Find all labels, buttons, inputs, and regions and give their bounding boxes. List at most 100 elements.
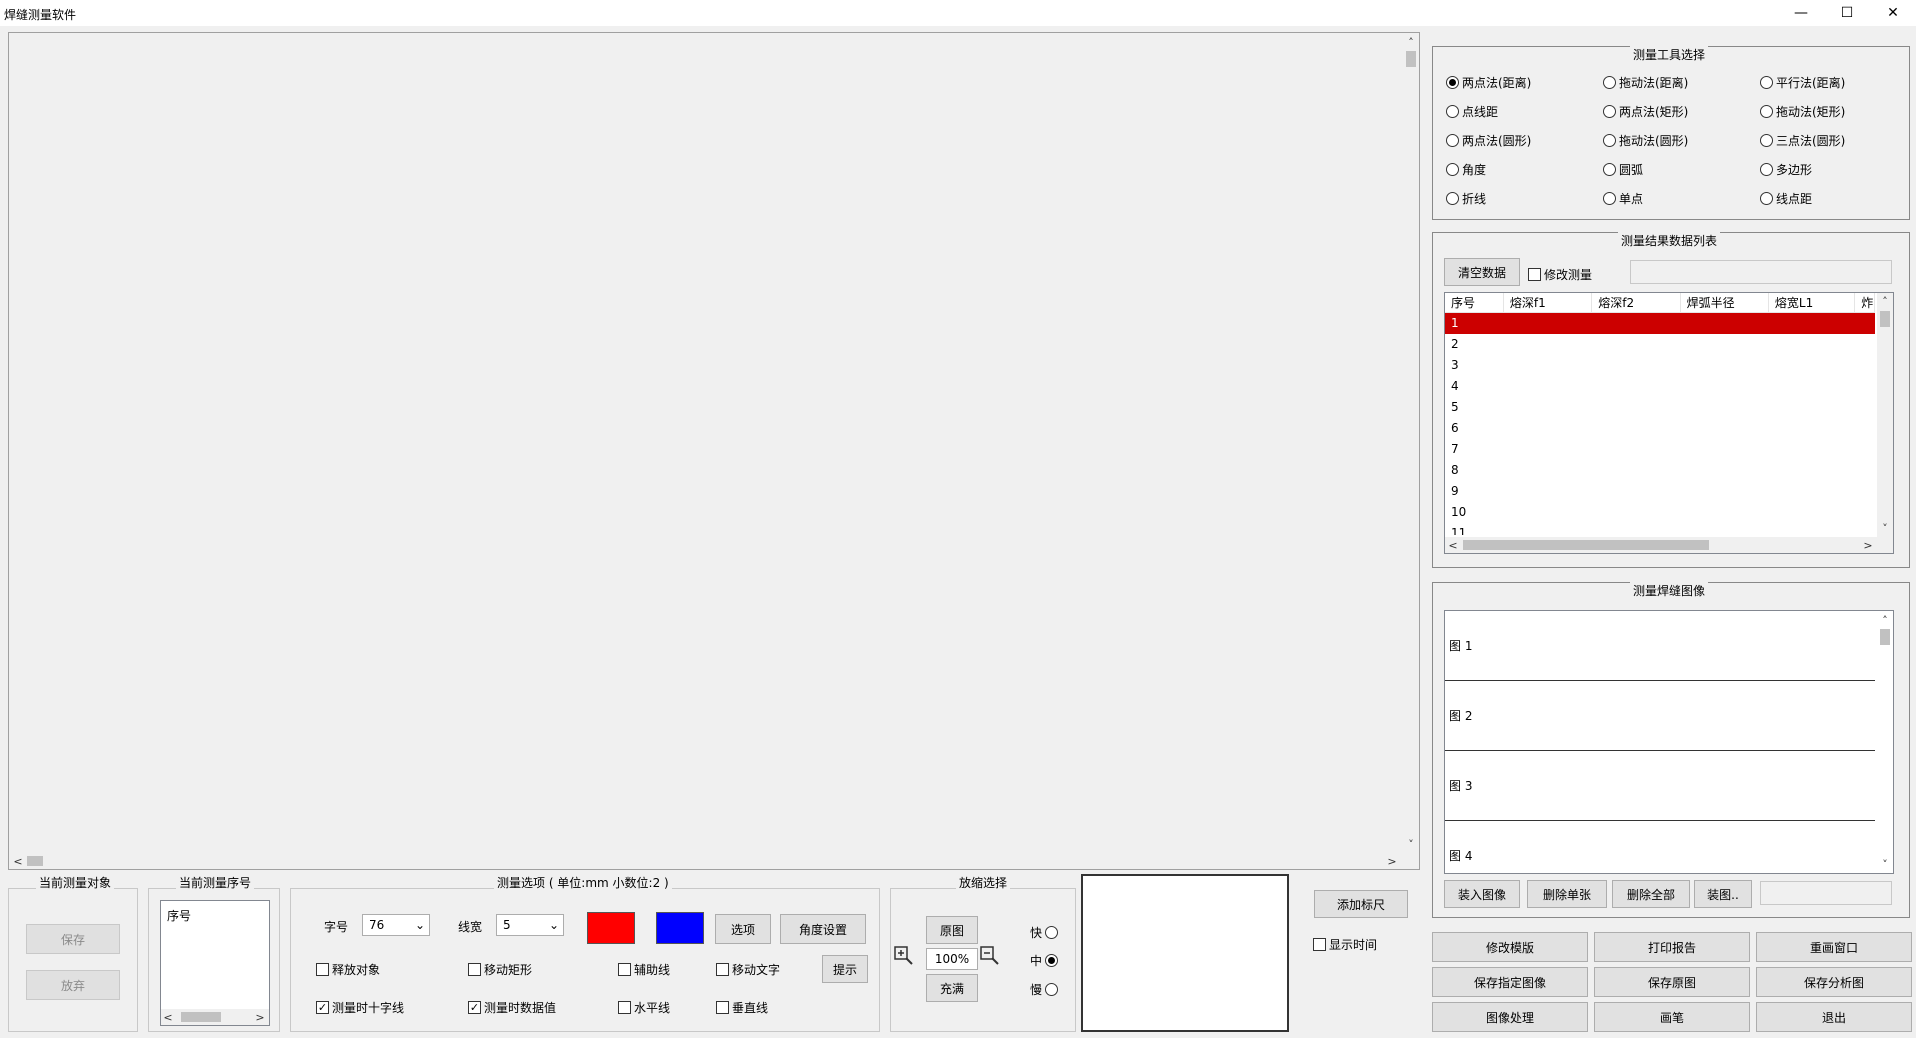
results-table-body[interactable]: 1 2 3 4 5 6 7 8 9 10 11	[1445, 313, 1875, 535]
checkbox-box[interactable]	[468, 963, 481, 976]
action-button[interactable]: 保存原图	[1594, 967, 1750, 997]
action-button[interactable]: 保存指定图像	[1432, 967, 1588, 997]
image-list[interactable]: 图 1图 2图 3图 4 ˄ ˅	[1444, 610, 1894, 874]
radio-circle[interactable]	[1760, 192, 1773, 205]
horizontal-line-checkbox[interactable]: 水平线	[618, 999, 670, 1016]
load-image-button[interactable]: 装入图像	[1444, 880, 1520, 908]
image-list-vscroll[interactable]: ˄ ˅	[1877, 611, 1893, 873]
scroll-up-arrow-icon[interactable]: ˄	[1878, 294, 1892, 308]
speed-fast-radio[interactable]: 快	[1030, 924, 1059, 941]
clear-data-button[interactable]: 清空数据	[1444, 258, 1520, 286]
minimize-button[interactable]: —	[1778, 0, 1824, 26]
move-text-checkbox[interactable]: 移动文字	[716, 961, 780, 978]
radio-circle[interactable]	[1603, 105, 1616, 118]
radio-circle[interactable]	[1603, 192, 1616, 205]
image-list-item[interactable]: 图 2	[1445, 681, 1875, 751]
results-vscroll-thumb[interactable]	[1880, 311, 1890, 327]
scroll-up-arrow-icon[interactable]: ˄	[1878, 613, 1892, 627]
delete-all-button[interactable]: 删除全部	[1612, 880, 1690, 908]
image-list-scroll-thumb[interactable]	[1880, 629, 1890, 645]
auxiliary-line-checkbox[interactable]: 辅助线	[618, 961, 670, 978]
crosshair-checkbox[interactable]: ✓ 测量时十字线	[316, 999, 404, 1016]
serial-list[interactable]: 序号 < >	[160, 900, 270, 1026]
table-row[interactable]: 1	[1445, 313, 1875, 334]
line-width-select[interactable]: 5 ⌄	[496, 914, 564, 936]
radio-circle[interactable]	[1446, 76, 1459, 89]
move-rect-checkbox[interactable]: 移动矩形	[468, 961, 532, 978]
column-header[interactable]: 焊弧半径	[1681, 293, 1769, 312]
column-header[interactable]: 熔宽L1	[1769, 293, 1856, 312]
tool-radio-option[interactable]: 线点距	[1760, 190, 1812, 207]
results-table[interactable]: 序号 熔深f1 熔深f2 焊弧半径 熔宽L1 炸 1 2 3 4 5 6 7 8 9 10 11 ˄ ˅ < …	[1444, 292, 1894, 554]
table-row[interactable]: 9	[1445, 481, 1875, 502]
delete-single-button[interactable]: 删除单张	[1527, 880, 1607, 908]
tool-radio-option[interactable]: 多边形	[1760, 161, 1812, 178]
table-row[interactable]: 2	[1445, 334, 1875, 355]
radio-circle[interactable]	[1045, 926, 1059, 939]
table-row[interactable]: 3	[1445, 355, 1875, 376]
discard-button[interactable]: 放弃	[26, 970, 120, 1000]
radio-circle[interactable]	[1760, 76, 1773, 89]
tool-radio-option[interactable]: 点线距	[1446, 103, 1498, 120]
fit-button[interactable]: 充满	[926, 974, 978, 1002]
radio-circle[interactable]	[1760, 105, 1773, 118]
column-header[interactable]: 炸	[1855, 293, 1875, 312]
vertical-scrollbar[interactable]: ˄ ˅	[1403, 33, 1419, 853]
vertical-scroll-thumb[interactable]	[1406, 51, 1416, 67]
action-button[interactable]: 打印报告	[1594, 932, 1750, 962]
radio-circle[interactable]	[1446, 105, 1459, 118]
results-hscroll[interactable]: < >	[1445, 537, 1893, 553]
tool-radio-option[interactable]: 平行法(距离)	[1760, 74, 1845, 91]
tool-radio-option[interactable]: 两点法(距离)	[1446, 74, 1531, 91]
serial-scroll-thumb[interactable]	[181, 1012, 221, 1022]
scroll-down-arrow-icon[interactable]: ˅	[1878, 857, 1892, 871]
scroll-left-arrow-icon[interactable]: <	[1446, 538, 1460, 552]
radio-circle[interactable]	[1045, 954, 1059, 967]
install-image-button[interactable]: 装图..	[1694, 880, 1752, 908]
release-object-checkbox[interactable]: 释放对象	[316, 961, 380, 978]
scroll-up-arrow-icon[interactable]: ˄	[1404, 35, 1418, 49]
show-data-checkbox[interactable]: ✓ 测量时数据值	[468, 999, 556, 1016]
table-row[interactable]: 5	[1445, 397, 1875, 418]
tool-radio-option[interactable]: 两点法(圆形)	[1446, 132, 1531, 149]
radio-circle[interactable]	[1603, 134, 1616, 147]
modify-measure-field[interactable]	[1630, 260, 1892, 284]
table-row[interactable]: 10	[1445, 502, 1875, 523]
checkbox-box[interactable]	[618, 1001, 631, 1014]
image-canvas[interactable]: ˄ ˅ < >	[8, 32, 1420, 870]
tool-radio-option[interactable]: 圆弧	[1603, 161, 1643, 178]
radio-circle[interactable]	[1446, 163, 1459, 176]
checkbox-box[interactable]	[316, 963, 329, 976]
image-list-item[interactable]: 图 3	[1445, 751, 1875, 821]
table-row[interactable]: 11	[1445, 523, 1875, 535]
image-list-item[interactable]: 图 1	[1445, 611, 1875, 681]
action-button[interactable]: 修改模版	[1432, 932, 1588, 962]
radio-circle[interactable]	[1603, 76, 1616, 89]
radio-circle[interactable]	[1760, 163, 1773, 176]
speed-medium-radio[interactable]: 中	[1030, 952, 1059, 969]
options-button[interactable]: 选项	[715, 914, 771, 944]
save-button[interactable]: 保存	[26, 924, 120, 954]
column-header[interactable]: 熔深f1	[1504, 293, 1593, 312]
checkbox-box[interactable]: ✓	[316, 1001, 329, 1014]
checkbox-box[interactable]	[618, 963, 631, 976]
add-ruler-button[interactable]: 添加标尺	[1314, 890, 1408, 918]
radio-circle[interactable]	[1603, 163, 1616, 176]
column-header[interactable]: 序号	[1445, 293, 1504, 312]
tool-radio-option[interactable]: 角度	[1446, 161, 1486, 178]
results-hscroll-thumb[interactable]	[1463, 540, 1709, 550]
checkbox-box[interactable]	[716, 963, 729, 976]
table-row[interactable]: 8	[1445, 460, 1875, 481]
table-row[interactable]: 6	[1445, 418, 1875, 439]
tool-radio-option[interactable]: 拖动法(圆形)	[1603, 132, 1688, 149]
checkbox-box[interactable]	[716, 1001, 729, 1014]
action-button[interactable]: 图像处理	[1432, 1002, 1588, 1032]
angle-settings-button[interactable]: 角度设置	[780, 914, 866, 944]
radio-circle[interactable]	[1446, 134, 1459, 147]
action-button[interactable]: 保存分析图	[1756, 967, 1912, 997]
scroll-down-arrow-icon[interactable]: ˅	[1878, 521, 1892, 535]
zoom-out-icon[interactable]	[980, 946, 1000, 966]
scroll-right-arrow-icon[interactable]: >	[253, 1010, 267, 1024]
table-row[interactable]: 4	[1445, 376, 1875, 397]
hint-button[interactable]: 提示	[822, 955, 868, 983]
